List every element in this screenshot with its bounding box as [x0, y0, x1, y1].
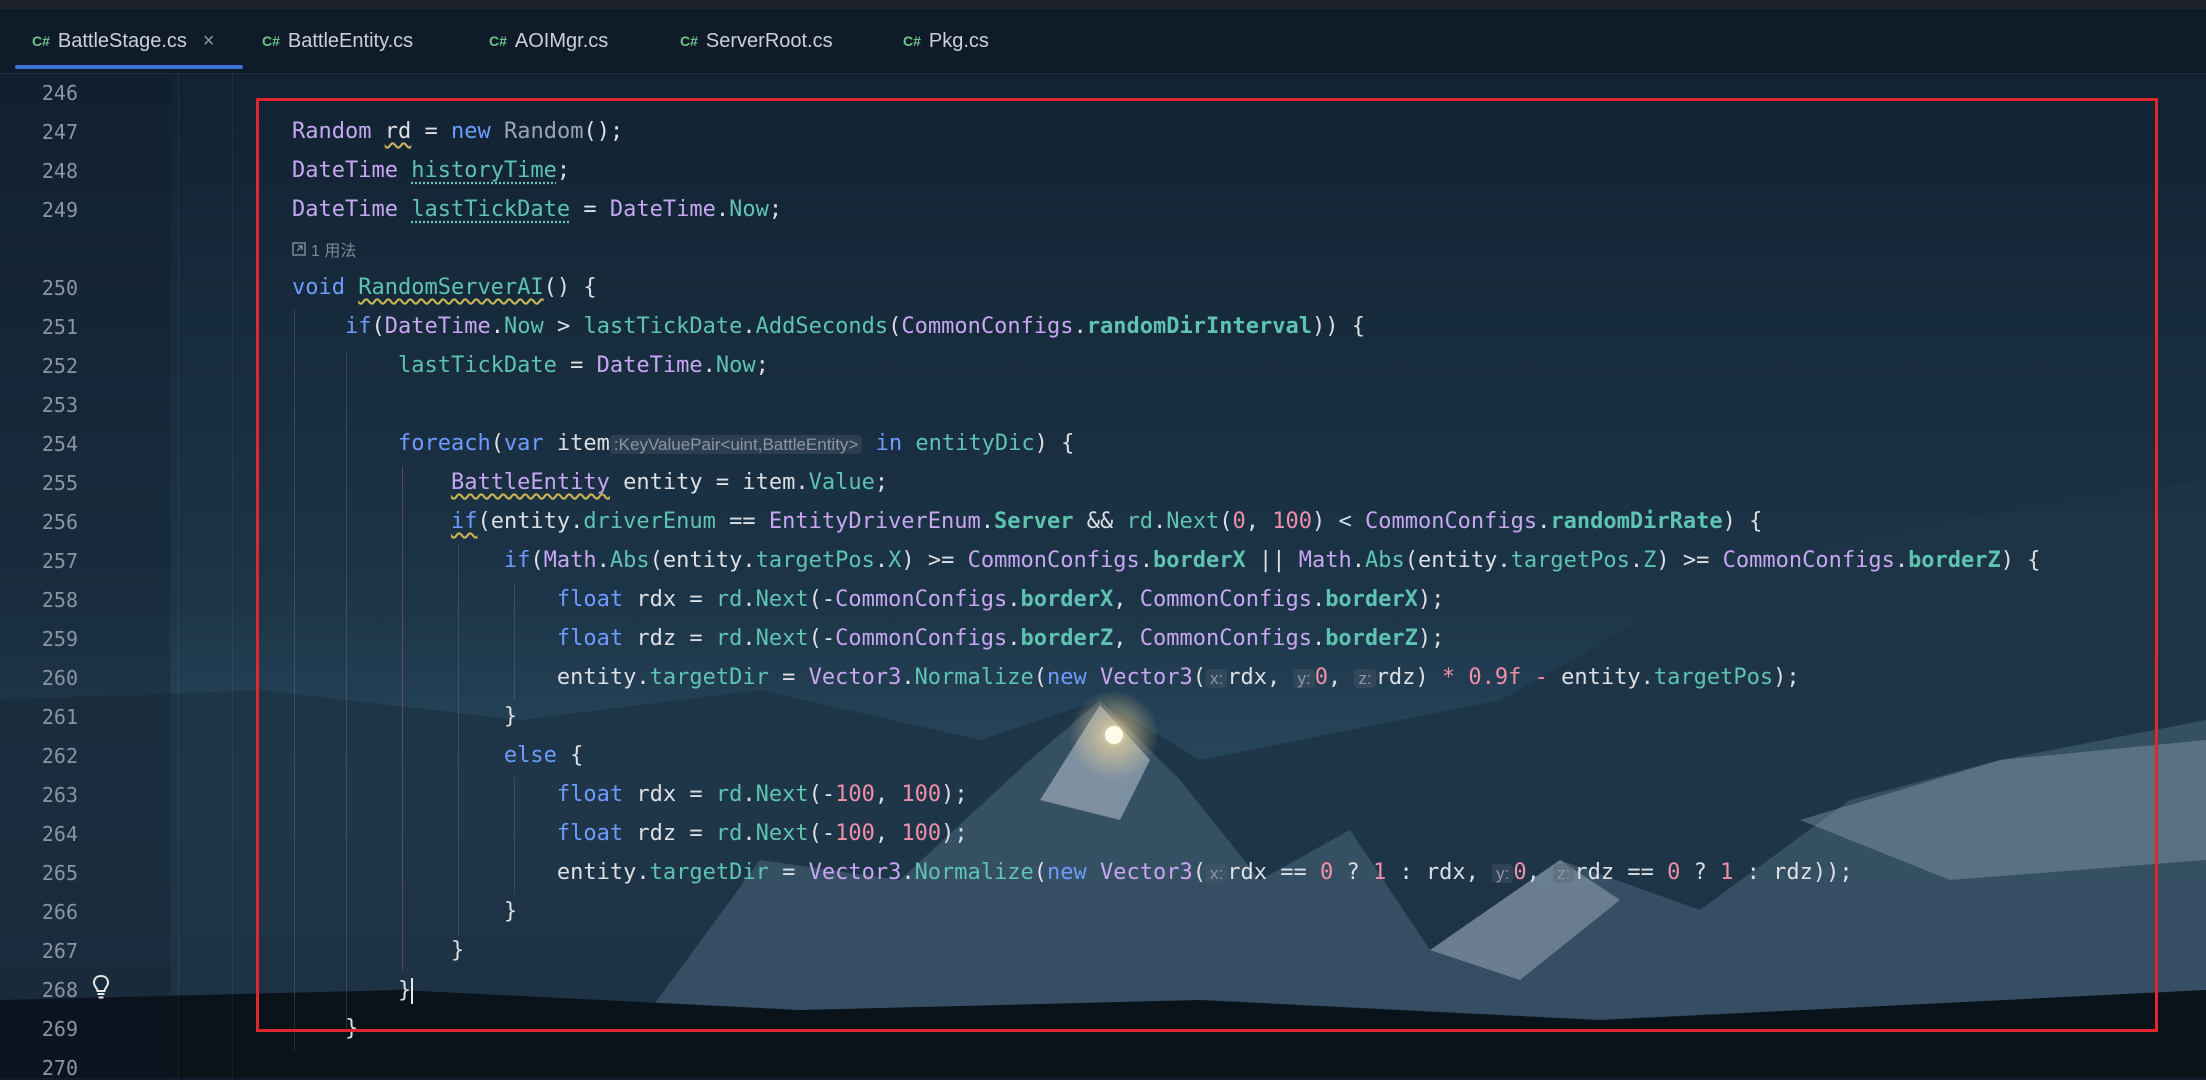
line-number: 248 — [41, 159, 78, 183]
line-number: 254 — [41, 432, 78, 456]
tab-label: AOIMgr.cs — [514, 29, 609, 52]
code-line-264[interactable]: float rdz = rd.Next(-100, 100); — [292, 822, 968, 846]
external-link-icon — [292, 242, 306, 256]
code-line-254[interactable]: foreach(var item:KeyValuePair<uint,Battl… — [292, 432, 1074, 457]
line-number: 255 — [41, 471, 78, 495]
code-line-266[interactable]: } — [292, 900, 517, 924]
csharp-file-icon: C# — [680, 33, 698, 49]
tab-label: Pkg.cs — [928, 29, 989, 52]
line-number: 257 — [41, 549, 78, 573]
line-number: 269 — [41, 1017, 78, 1041]
inlay-type-hint: :KeyValuePair<uint,BattleEntity> — [609, 435, 863, 454]
code-line-247[interactable]: Random rd = new Random(); — [292, 120, 623, 144]
lightbulb-icon[interactable] — [90, 974, 112, 1000]
tab-label: BattleEntity.cs — [287, 29, 414, 52]
line-number: 250 — [41, 276, 78, 300]
line-number-gutter[interactable] — [0, 73, 170, 1078]
tab-aoimgr[interactable]: C# AOIMgr.cs — [489, 9, 608, 73]
window-top-strip — [0, 0, 2206, 9]
line-number: 263 — [41, 783, 78, 807]
inlay-param-hint: z: — [1553, 864, 1575, 883]
fold-divider — [232, 73, 233, 1078]
code-line-265[interactable]: entity.targetDir = Vector3.Normalize(new… — [292, 861, 1853, 886]
inlay-param-hint: x: — [1206, 669, 1228, 688]
line-number: 258 — [41, 588, 78, 612]
code-line-252[interactable]: lastTickDate = DateTime.Now; — [292, 354, 769, 378]
line-number: 256 — [41, 510, 78, 534]
line-number: 265 — [41, 861, 78, 885]
tab-pkg[interactable]: C# Pkg.cs — [903, 9, 989, 73]
line-number: 270 — [41, 1056, 78, 1080]
code-line-267[interactable]: } — [292, 939, 464, 963]
line-number: 261 — [41, 705, 78, 729]
csharp-file-icon: C# — [32, 33, 50, 49]
line-number: 253 — [41, 393, 78, 417]
code-line-263[interactable]: float rdx = rd.Next(-100, 100); — [292, 783, 968, 807]
code-line-268[interactable]: } — [292, 978, 414, 1004]
code-line-248[interactable]: DateTime historyTime; — [292, 159, 570, 183]
csharp-file-icon: C# — [903, 33, 921, 49]
tab-battleentity[interactable]: C# BattleEntity.cs — [262, 9, 413, 73]
line-number: 266 — [41, 900, 78, 924]
code-line-256[interactable]: if(entity.driverEnum == EntityDriverEnum… — [292, 510, 1762, 534]
code-line-251[interactable]: if(DateTime.Now > lastTickDate.AddSecond… — [292, 315, 1365, 339]
inlay-param-hint: x: — [1206, 864, 1228, 883]
csharp-file-icon: C# — [489, 33, 507, 49]
tab-label: BattleStage.cs — [57, 29, 187, 52]
line-number: 268 — [41, 978, 78, 1002]
line-number: 251 — [41, 315, 78, 339]
close-icon[interactable]: × — [203, 30, 215, 53]
active-tab-indicator — [15, 65, 243, 69]
line-number: 260 — [41, 666, 78, 690]
csharp-file-icon: C# — [262, 33, 280, 49]
code-line-258[interactable]: float rdx = rd.Next(-CommonConfigs.borde… — [292, 588, 1445, 612]
code-line-249[interactable]: DateTime lastTickDate = DateTime.Now; — [292, 198, 782, 222]
text-cursor — [411, 978, 414, 1004]
code-line-259[interactable]: float rdz = rd.Next(-CommonConfigs.borde… — [292, 627, 1445, 651]
line-number: 267 — [41, 939, 78, 963]
line-number: 247 — [41, 120, 78, 144]
inlay-param-hint: y: — [1492, 864, 1514, 883]
code-line-261[interactable]: } — [292, 705, 517, 729]
code-line-257[interactable]: if(Math.Abs(entity.targetPos.X) >= Commo… — [292, 549, 2041, 573]
tab-serverroot[interactable]: C# ServerRoot.cs — [680, 9, 833, 73]
gutter-divider — [178, 73, 179, 1078]
code-line-250[interactable]: void RandomServerAI() { — [292, 276, 597, 300]
line-number: 262 — [41, 744, 78, 768]
line-number: 246 — [41, 81, 78, 105]
line-number: 252 — [41, 354, 78, 378]
tab-battlestage[interactable]: C# BattleStage.cs × — [32, 9, 215, 73]
inlay-param-hint: z: — [1354, 669, 1376, 688]
code-line-255[interactable]: BattleEntity entity = item.Value; — [292, 471, 888, 495]
line-number: 264 — [41, 822, 78, 846]
code-line-262[interactable]: else { — [292, 744, 583, 768]
line-number: 249 — [41, 198, 78, 222]
code-line-260[interactable]: entity.targetDir = Vector3.Normalize(new… — [292, 666, 1800, 691]
usages-hint[interactable]: 1 用法 — [292, 237, 356, 261]
line-number: 259 — [41, 627, 78, 651]
inlay-param-hint: y: — [1293, 669, 1315, 688]
editor-tab-bar: C# BattleStage.cs × C# BattleEntity.cs C… — [0, 9, 2206, 74]
tab-label: ServerRoot.cs — [705, 29, 833, 52]
code-line-269[interactable]: } — [292, 1017, 358, 1041]
usages-hint-label: 1 用法 — [311, 243, 357, 260]
